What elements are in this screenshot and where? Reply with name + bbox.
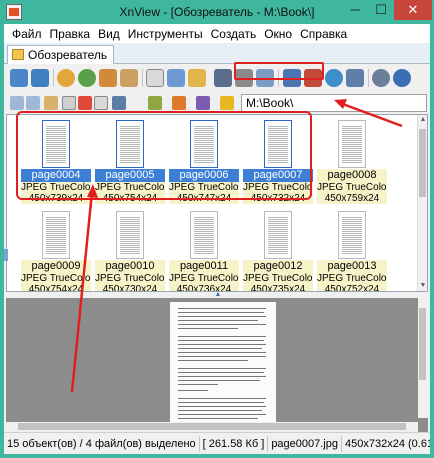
fullscreen-icon[interactable] bbox=[31, 69, 49, 87]
path-input[interactable] bbox=[241, 94, 427, 112]
thumbnail-size: 450x752x24 bbox=[317, 284, 387, 291]
folder-up-icon[interactable] bbox=[44, 96, 58, 110]
convert-icon[interactable] bbox=[188, 69, 206, 87]
thumbnail-image bbox=[21, 208, 91, 259]
side-panel-grip[interactable] bbox=[4, 249, 8, 261]
menu-edit[interactable]: Правка bbox=[46, 25, 95, 43]
status-selection-count: 15 объект(ов) / 4 файл(ов) выделено bbox=[4, 435, 200, 452]
status-dimensions: 450x732x24 (0.61) bbox=[342, 436, 430, 452]
thumbnail-name: page0011 bbox=[169, 260, 239, 273]
app-window: XnView - [Обозреватель - M:\Book\] ─ ☐ ✕… bbox=[0, 0, 434, 458]
up-folder-icon[interactable] bbox=[78, 69, 96, 87]
binoculars-icon[interactable] bbox=[214, 69, 232, 87]
thumbnail-scrollbar[interactable]: ▲ ▼ bbox=[417, 115, 427, 291]
thumbnail-item[interactable]: page0008 JPEG TrueColor... 450x759x24 bbox=[317, 117, 387, 204]
thumbnail-image bbox=[169, 208, 239, 259]
preview-horizontal-scrollbar[interactable] bbox=[6, 422, 418, 432]
maximize-button[interactable]: ☐ bbox=[368, 0, 394, 20]
move-icon[interactable] bbox=[167, 69, 185, 87]
globe-icon[interactable] bbox=[325, 69, 343, 87]
client-area: Файл Правка Вид Инструменты Создать Окно… bbox=[4, 24, 430, 454]
main-toolbar bbox=[4, 64, 430, 92]
menu-file[interactable]: Файл bbox=[8, 25, 46, 43]
preview-image bbox=[170, 302, 276, 432]
tab-browser[interactable]: Обозреватель bbox=[7, 45, 115, 64]
scrollbar-thumb[interactable] bbox=[419, 308, 426, 380]
forward-arrow-icon[interactable] bbox=[26, 96, 40, 110]
thumbnail-size: 450x730x24 bbox=[95, 284, 165, 291]
select-all-icon[interactable] bbox=[62, 96, 76, 110]
thumbnail-type: JPEG TrueColor... bbox=[95, 273, 165, 284]
thumbnail-item[interactable]: page0012 JPEG TrueColor... 450x735x24 bbox=[243, 208, 313, 291]
refresh-icon[interactable] bbox=[57, 69, 75, 87]
thumbnail-type: JPEG TrueColor... bbox=[317, 273, 387, 284]
thumbnail-name: page0010 bbox=[95, 260, 165, 273]
view-mode-icon[interactable] bbox=[112, 96, 126, 110]
sort-icon[interactable] bbox=[148, 96, 162, 110]
rename-icon[interactable] bbox=[94, 96, 108, 110]
title-bar[interactable]: XnView - [Обозреватель - M:\Book\] ─ ☐ ✕ bbox=[0, 0, 434, 24]
toolbar-separator bbox=[142, 69, 143, 87]
thumbnail-type: JPEG TrueColor... bbox=[243, 273, 313, 284]
status-filename: page0007.jpg bbox=[268, 435, 342, 452]
menu-tools[interactable]: Инструменты bbox=[124, 25, 207, 43]
minimize-button[interactable]: ─ bbox=[342, 0, 368, 20]
scroll-down-arrow-icon[interactable]: ▼ bbox=[418, 281, 427, 291]
scroll-up-arrow-icon[interactable]: ▲ bbox=[418, 115, 427, 125]
path-highlight-box bbox=[234, 62, 324, 80]
thumbnail-image bbox=[317, 117, 387, 168]
back-arrow-icon[interactable] bbox=[10, 96, 24, 110]
status-bar: 15 объект(ов) / 4 файл(ов) выделено [ 26… bbox=[4, 432, 430, 454]
info-icon[interactable] bbox=[393, 69, 411, 87]
thumbnail-item[interactable]: page0013 JPEG TrueColor... 450x752x24 bbox=[317, 208, 387, 291]
thumbnail-size: 450x754x24 bbox=[21, 284, 91, 291]
thumbnail-size: 450x759x24 bbox=[317, 193, 387, 204]
status-selection-size: [ 261.58 Кб ] bbox=[200, 435, 269, 452]
folder-tools-icon[interactable] bbox=[120, 69, 138, 87]
thumbnail-image bbox=[243, 208, 313, 259]
menu-create[interactable]: Создать bbox=[207, 25, 261, 43]
delete-icon[interactable] bbox=[78, 96, 92, 110]
preview-pane[interactable] bbox=[6, 298, 428, 432]
preview-vertical-scrollbar[interactable] bbox=[418, 298, 428, 418]
menu-bar: Файл Правка Вид Инструменты Создать Окно… bbox=[4, 24, 430, 43]
tag-icon[interactable] bbox=[196, 96, 210, 110]
thumbnail-size: 450x736x24 bbox=[169, 284, 239, 291]
tab-bar: Обозреватель bbox=[4, 43, 430, 64]
thumbnail-name: page0008 bbox=[317, 169, 387, 182]
toolbar-separator bbox=[368, 69, 369, 87]
web-page-icon[interactable] bbox=[346, 69, 364, 87]
folder-icon bbox=[12, 49, 24, 60]
thumbnail-name: page0012 bbox=[243, 260, 313, 273]
menu-view[interactable]: Вид bbox=[94, 25, 124, 43]
thumbnail-size: 450x735x24 bbox=[243, 284, 313, 291]
thumbnail-image bbox=[317, 208, 387, 259]
close-button[interactable]: ✕ bbox=[394, 0, 432, 20]
toolbar-separator bbox=[53, 69, 54, 87]
copy-icon[interactable] bbox=[146, 69, 164, 87]
thumbnail-type: JPEG TrueColor... bbox=[169, 273, 239, 284]
selection-highlight-box bbox=[16, 111, 312, 200]
browser-icon[interactable] bbox=[10, 69, 28, 87]
menu-window[interactable]: Окно bbox=[260, 25, 296, 43]
tab-browser-label: Обозреватель bbox=[28, 48, 108, 62]
thumbnail-item[interactable]: page0011 JPEG TrueColor... 450x736x24 bbox=[169, 208, 239, 291]
scrollbar-thumb[interactable] bbox=[419, 129, 426, 197]
thumbnail-image bbox=[95, 208, 165, 259]
thumbnail-name: page0013 bbox=[317, 260, 387, 273]
scrollbar-thumb[interactable] bbox=[18, 423, 406, 430]
thumbnail-type: JPEG TrueColor... bbox=[317, 182, 387, 193]
thumbnail-name: page0009 bbox=[21, 260, 91, 273]
menu-help[interactable]: Справка bbox=[296, 25, 351, 43]
gear-icon[interactable] bbox=[372, 69, 390, 87]
thumbnail-type: JPEG TrueColor... bbox=[21, 273, 91, 284]
filter-icon[interactable] bbox=[172, 96, 186, 110]
thumbnail-item[interactable]: page0010 JPEG TrueColor... 450x730x24 bbox=[95, 208, 165, 291]
thumbnail-item[interactable]: page0009 JPEG TrueColor... 450x754x24 bbox=[21, 208, 91, 291]
favorite-icon[interactable] bbox=[99, 69, 117, 87]
star-icon[interactable] bbox=[220, 96, 234, 110]
